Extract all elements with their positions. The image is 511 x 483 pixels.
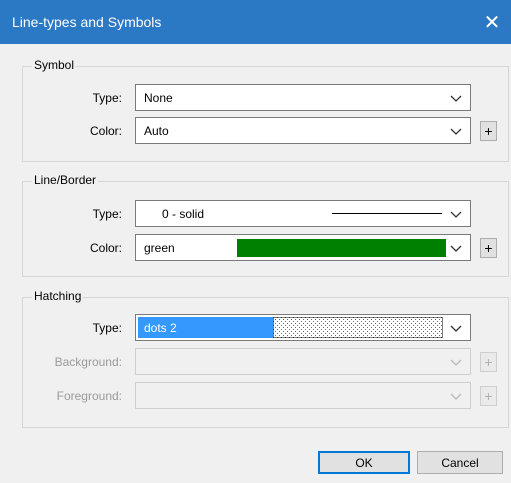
hatching-group-label: Hatching: [32, 289, 84, 303]
symbol-color-value: Auto: [144, 124, 169, 138]
chevron-down-icon: [449, 321, 463, 335]
chevron-down-icon: [449, 91, 463, 105]
plus-icon: +: [484, 123, 493, 139]
symbol-color-label: Color:: [89, 124, 122, 138]
hatching-foreground-dropdown[interactable]: [135, 382, 471, 409]
line-type-label: Type:: [92, 207, 122, 221]
plus-icon: +: [484, 388, 493, 404]
hatching-background-add-button[interactable]: +: [480, 352, 497, 372]
hatching-type-dropdown[interactable]: dots 2: [135, 314, 471, 341]
line-color-label: Color:: [89, 241, 122, 255]
hatching-foreground-add-button[interactable]: +: [480, 386, 497, 406]
symbol-color-dropdown[interactable]: Auto: [135, 117, 471, 144]
hatching-pattern-preview: [273, 317, 443, 338]
line-add-color-button[interactable]: +: [480, 238, 497, 258]
line-color-value: green: [144, 241, 175, 255]
line-color-dropdown[interactable]: green: [135, 234, 471, 261]
line-style-preview: [332, 213, 442, 214]
plus-icon: +: [484, 354, 493, 370]
symbol-type-label: Type:: [92, 91, 122, 105]
symbol-add-color-button[interactable]: +: [480, 121, 497, 141]
plus-icon: +: [484, 240, 493, 256]
symbol-type-dropdown[interactable]: None: [135, 84, 471, 111]
hatching-background-dropdown[interactable]: [135, 348, 471, 375]
chevron-down-icon: [449, 124, 463, 138]
title-bar: Line-types and Symbols ✕: [0, 0, 511, 44]
line-border-group: Line/Border: [22, 173, 509, 277]
cancel-button[interactable]: Cancel: [417, 451, 503, 474]
line-border-group-label: Line/Border: [32, 173, 99, 187]
hatching-foreground-label: Foreground:: [56, 389, 122, 403]
symbol-group-label: Symbol: [32, 58, 77, 72]
hatching-background-label: Background:: [54, 355, 122, 369]
line-type-dropdown[interactable]: 0 - solid: [135, 200, 471, 227]
ok-button[interactable]: OK: [318, 451, 410, 474]
hatching-type-value: dots 2: [144, 321, 177, 335]
line-color-swatch: [237, 239, 446, 257]
chevron-down-icon: [449, 241, 463, 255]
chevron-down-icon: [449, 207, 463, 221]
symbol-group: Symbol: [22, 58, 509, 162]
hatching-type-label: Type:: [92, 321, 122, 335]
line-type-value: 0 - solid: [162, 207, 205, 221]
chevron-down-icon: [449, 355, 463, 369]
close-icon: ✕: [483, 11, 501, 34]
chevron-down-icon: [449, 389, 463, 403]
close-button[interactable]: ✕: [473, 0, 511, 44]
symbol-type-value: None: [144, 91, 173, 105]
window-title: Line-types and Symbols: [12, 14, 162, 30]
